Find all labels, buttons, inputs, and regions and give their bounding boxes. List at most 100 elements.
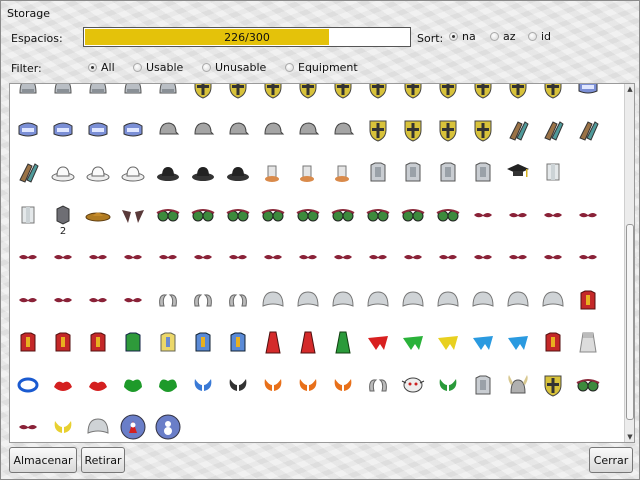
item-slot[interactable] [431,84,465,104]
item-slot[interactable] [501,113,535,147]
item-slot[interactable] [431,240,465,274]
item-slot[interactable] [326,325,360,359]
item-slot[interactable] [256,325,290,359]
item-slot[interactable] [326,84,360,104]
item-slot[interactable] [256,113,290,147]
item-slot[interactable] [186,84,220,104]
item-slot[interactable] [326,368,360,402]
item-slot[interactable]: 2 [46,198,80,237]
store-button[interactable]: Almacenar [9,447,77,473]
item-slot[interactable] [431,283,465,317]
item-slot[interactable] [151,410,185,442]
item-slot[interactable] [221,113,255,147]
item-slot[interactable] [11,283,45,317]
item-slot[interactable] [466,198,500,232]
item-slot[interactable] [151,325,185,359]
item-slot[interactable] [46,240,80,274]
item-slot[interactable] [81,84,115,104]
scroll-up-arrow-icon[interactable]: ▲ [625,84,634,94]
item-slot[interactable] [396,283,430,317]
item-slot[interactable] [291,283,325,317]
item-slot[interactable] [536,240,570,274]
item-slot[interactable] [501,368,535,402]
item-slot[interactable] [361,155,395,189]
item-slot[interactable] [291,240,325,274]
item-slot[interactable] [501,198,535,232]
item-slot[interactable] [11,84,45,104]
item-slot[interactable] [46,84,80,104]
item-slot[interactable] [46,155,80,189]
item-slot[interactable] [291,113,325,147]
item-slot[interactable] [11,240,45,274]
item-slot[interactable] [11,155,45,189]
item-slot[interactable] [361,198,395,232]
item-slot[interactable] [81,198,115,232]
item-slot[interactable] [326,155,360,189]
item-slot[interactable] [431,198,465,232]
item-slot[interactable] [431,155,465,189]
filter-option-all[interactable]: All [88,61,115,74]
item-slot[interactable] [186,283,220,317]
item-slot[interactable] [11,113,45,147]
item-slot[interactable] [81,155,115,189]
item-slot[interactable] [571,84,605,104]
item-slot[interactable] [256,368,290,402]
item-slot[interactable] [81,113,115,147]
item-slot[interactable] [361,283,395,317]
item-slot[interactable] [501,325,535,359]
scroll-down-arrow-icon[interactable]: ▼ [625,432,634,442]
item-slot[interactable] [221,368,255,402]
sort-option-id[interactable]: id [528,30,551,43]
item-slot[interactable] [536,325,570,359]
item-slot[interactable] [116,410,150,442]
item-slot[interactable] [186,155,220,189]
item-slot[interactable] [186,198,220,232]
item-slot[interactable] [46,410,80,442]
item-slot[interactable] [536,198,570,232]
item-slot[interactable] [326,113,360,147]
item-slot[interactable] [81,410,115,442]
item-slot[interactable] [116,325,150,359]
scrollbar-thumb[interactable] [626,224,634,420]
item-slot[interactable] [11,198,45,232]
item-slot[interactable] [11,410,45,442]
item-slot[interactable] [361,368,395,402]
item-slot[interactable] [256,155,290,189]
item-slot[interactable] [116,155,150,189]
item-slot[interactable] [466,240,500,274]
item-slot[interactable] [361,240,395,274]
close-button[interactable]: Cerrar [589,447,633,473]
item-slot[interactable] [291,198,325,232]
item-slot[interactable] [256,84,290,104]
item-slot[interactable] [186,368,220,402]
scrollbar[interactable]: ▲ ▼ [624,84,634,442]
item-slot[interactable] [396,155,430,189]
item-slot[interactable] [291,155,325,189]
item-slot[interactable] [571,283,605,317]
item-slot[interactable] [186,325,220,359]
item-slot[interactable] [186,240,220,274]
filter-option-unusable[interactable]: Unusable [202,61,266,74]
item-slot[interactable] [571,113,605,147]
item-slot[interactable] [466,283,500,317]
item-slot[interactable] [501,155,535,189]
item-slot[interactable] [501,84,535,104]
item-slot[interactable] [571,240,605,274]
item-slot[interactable] [11,368,45,402]
item-slot[interactable] [431,325,465,359]
item-slot[interactable] [116,240,150,274]
item-slot[interactable] [361,325,395,359]
item-slot[interactable] [361,84,395,104]
item-slot[interactable] [46,368,80,402]
item-slot[interactable] [466,155,500,189]
sort-option-na[interactable]: na [449,30,476,43]
item-slot[interactable] [151,155,185,189]
item-slot[interactable] [571,368,605,402]
item-slot[interactable] [46,113,80,147]
item-slot[interactable] [571,198,605,232]
item-slot[interactable] [186,113,220,147]
item-slot[interactable] [361,113,395,147]
item-slot[interactable] [536,283,570,317]
item-slot[interactable] [151,84,185,104]
item-slot[interactable] [396,325,430,359]
